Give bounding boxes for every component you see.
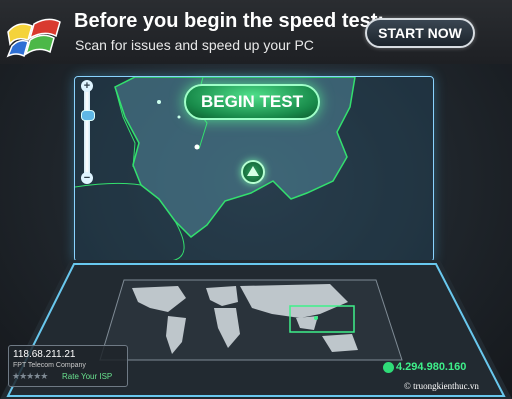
tests-counter: 4.294.980.160 [396, 361, 467, 373]
isp-name: FPT Telecom Company [13, 362, 86, 369]
banner-title: Before you begin the speed test: [74, 10, 385, 32]
begin-test-button[interactable]: BEGIN TEST [184, 84, 320, 120]
isp-rating-stars[interactable]: ★★★★★ [12, 371, 48, 382]
rate-isp-link[interactable]: Rate Your ISP [62, 372, 112, 381]
zoom-out-button[interactable]: − [81, 172, 93, 184]
map-pin-icon [247, 166, 259, 176]
zoom-slider[interactable] [84, 85, 90, 181]
banner-subtitle: Scan for issues and speed up your PC [75, 37, 314, 53]
start-now-button[interactable]: START NOW [365, 18, 475, 48]
windows-logo-icon [6, 18, 61, 58]
zoom-slider-handle[interactable] [81, 110, 95, 121]
watermark: © truongkienthuc.vn [404, 381, 479, 391]
server-marker[interactable] [241, 160, 265, 184]
ad-banner[interactable]: Before you begin the speed test: Scan fo… [0, 0, 512, 65]
zoom-in-button[interactable]: + [81, 80, 93, 92]
ip-address: 118.68.211.21 [13, 349, 76, 360]
counter-icon [383, 362, 394, 373]
